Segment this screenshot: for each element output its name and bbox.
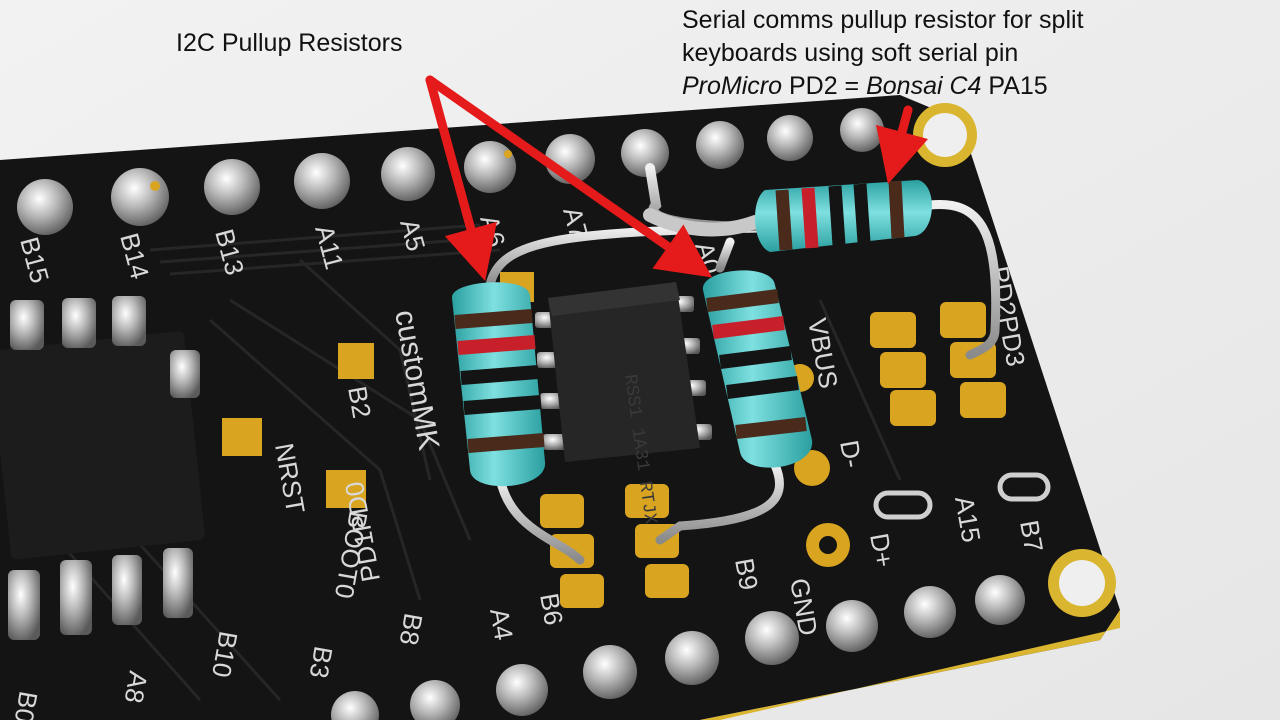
svg-text:B6: B6 — [534, 591, 569, 628]
serial-annotation-line2: keyboards using soft serial pin — [682, 39, 1019, 67]
photo-scene: RSS1 1A31 RTJX B15 B14 B13 A11 A5 A6 A7 … — [0, 0, 1280, 720]
bonsai-text: Bonsai C4 — [866, 72, 982, 100]
svg-text:B0: B0 — [9, 689, 44, 720]
svg-text:B8: B8 — [394, 611, 429, 648]
serial-annotation-label: Serial comms pullup resistor for split k… — [682, 4, 1084, 103]
svg-text:B2: B2 — [342, 384, 377, 421]
svg-text:D+: D+ — [864, 531, 899, 570]
pd2-text: PD2 = — [782, 72, 867, 100]
svg-text:D-: D- — [834, 438, 868, 470]
svg-text:B3: B3 — [304, 644, 339, 681]
svg-text:A8: A8 — [119, 669, 154, 706]
serial-annotation-line1: Serial comms pullup resistor for split — [682, 6, 1084, 34]
svg-text:A4: A4 — [484, 606, 519, 643]
i2c-annotation-label: I2C Pullup Resistors — [176, 29, 403, 57]
svg-text:B9: B9 — [729, 556, 764, 593]
serial-annotation-line3: ProMicro PD2 = Bonsai C4 PA15 — [682, 70, 1084, 103]
pa15-text: PA15 — [981, 72, 1048, 100]
svg-text:B7: B7 — [1014, 518, 1049, 555]
promicro-text: ProMicro — [682, 72, 783, 100]
